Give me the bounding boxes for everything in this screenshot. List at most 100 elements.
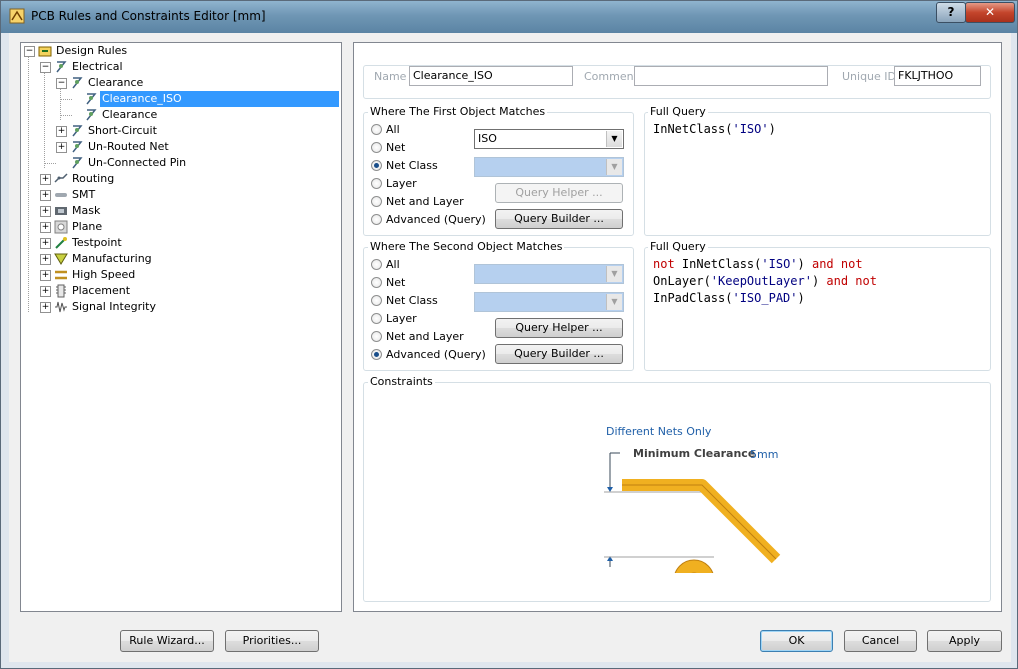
comment-label: Comment <box>584 70 638 83</box>
query-function: InNetClass( <box>653 122 733 136</box>
combo-value: ISO <box>478 132 497 145</box>
expand-icon[interactable]: + <box>40 206 51 217</box>
tree-item-clearance-iso[interactable]: Clearance_ISO <box>21 91 339 107</box>
dropdown-arrow-icon[interactable]: ▼ <box>606 131 622 147</box>
radio-label: Advanced (Query) <box>386 213 486 226</box>
query-string: 'KeepOutLayer' <box>710 274 812 288</box>
expand-icon[interactable]: + <box>40 270 51 281</box>
query-string: 'ISO' <box>732 122 769 136</box>
first-query-helper-button[interactable]: Query Helper ... <box>495 183 623 203</box>
comment-field[interactable] <box>634 66 828 86</box>
tree-connector <box>44 163 56 164</box>
radio-dot <box>371 313 382 324</box>
close-button[interactable]: ✕ <box>965 2 1015 23</box>
mask-icon <box>55 207 67 215</box>
radio-dot <box>371 124 382 135</box>
name-label: Name <box>374 70 407 83</box>
query-string: 'ISO_PAD' <box>732 291 798 305</box>
apply-button[interactable]: Apply <box>927 630 1002 652</box>
query-function: InNetClass( <box>674 257 762 271</box>
first-full-query-text[interactable]: InNetClass('ISO') <box>653 121 776 138</box>
clearance-diagram <box>604 452 781 573</box>
ok-button[interactable]: OK <box>760 630 833 652</box>
tree-item-label: High Speed <box>72 268 136 281</box>
radio-dot <box>371 160 382 171</box>
dropdown-arrow-icon[interactable]: ▼ <box>606 294 622 310</box>
first-net-class-combo[interactable]: ISO ▼ <box>474 129 624 149</box>
name-field[interactable]: Clearance_ISO <box>409 66 573 86</box>
tree-item-label: Un-Routed Net <box>88 140 169 153</box>
rules-tree-panel[interactable]: − Design Rules − Electrical − Clearance <box>20 42 342 612</box>
query-string: 'ISO' <box>761 257 798 271</box>
radio-label: Advanced (Query) <box>386 348 486 361</box>
query-keyword: not <box>653 257 675 271</box>
radio-label: Layer <box>386 177 417 190</box>
query-paren: ) <box>768 122 776 136</box>
second-query-builder-button[interactable]: Query Builder ... <box>495 344 623 364</box>
second-full-query-text[interactable]: not InNetClass('ISO') and not OnLayer('K… <box>653 256 877 307</box>
manufacturing-icon <box>54 253 68 265</box>
radio-label: All <box>386 123 400 136</box>
dropdown-arrow-icon[interactable]: ▼ <box>606 266 622 282</box>
cancel-button[interactable]: Cancel <box>844 630 917 652</box>
expand-icon[interactable]: + <box>40 174 51 185</box>
radio-label: Net and Layer <box>386 330 464 343</box>
tree-item-label: Clearance <box>88 76 144 89</box>
radio-label: Net Class <box>386 294 438 307</box>
second-query-helper-button[interactable]: Query Helper ... <box>495 318 623 338</box>
second-combo-2[interactable]: ▼ <box>474 292 624 312</box>
placement-icon <box>56 284 66 298</box>
expand-icon[interactable]: + <box>40 238 51 249</box>
help-button[interactable]: ? <box>936 2 966 23</box>
radio-dot <box>371 142 382 153</box>
expand-icon[interactable]: + <box>40 190 51 201</box>
dropdown-arrow-icon[interactable]: ▼ <box>606 159 622 175</box>
tree-connector <box>44 72 45 168</box>
unique-id-label: Unique ID <box>842 70 897 83</box>
rule-wizard-button[interactable]: Rule Wizard... <box>120 630 214 652</box>
un-connected-pin-icon <box>72 157 83 169</box>
priorities-button[interactable]: Priorities... <box>225 630 319 652</box>
tree-item-label: Clearance <box>102 108 158 121</box>
trace-outline <box>622 484 777 560</box>
first-query-builder-button[interactable]: Query Builder ... <box>495 209 623 229</box>
collapse-icon[interactable]: − <box>24 46 35 57</box>
expand-icon[interactable]: + <box>40 254 51 265</box>
second-combo-1[interactable]: ▼ <box>474 264 624 284</box>
dialog-client: − Design Rules − Electrical − Clearance <box>9 33 1011 662</box>
radio-dot <box>371 259 382 270</box>
radio-label: Layer <box>386 312 417 325</box>
rules-editor-window: PCB Rules and Constraints Editor [mm] ? … <box>0 0 1018 669</box>
collapse-icon[interactable]: − <box>40 62 51 73</box>
tree-connector <box>60 115 72 116</box>
expand-icon[interactable]: + <box>40 222 51 233</box>
short-circuit-icon <box>72 125 83 137</box>
tree-item-label: Electrical <box>72 60 123 73</box>
constraints-title: Constraints <box>368 375 435 388</box>
window-title: PCB Rules and Constraints Editor [mm] <box>31 9 266 23</box>
second-full-query-title: Full Query <box>648 240 708 253</box>
expand-icon[interactable]: + <box>40 286 51 297</box>
radio-dot <box>371 277 382 288</box>
collapse-icon[interactable]: − <box>56 78 67 89</box>
title-bar[interactable]: PCB Rules and Constraints Editor [mm] ? … <box>1 1 1017 33</box>
radio-dot <box>371 295 382 306</box>
query-function: OnLayer( <box>653 274 711 288</box>
tree-item-label: Clearance_ISO <box>100 91 339 107</box>
expand-icon[interactable]: + <box>56 142 67 153</box>
query-paren: ) <box>797 291 805 305</box>
tree-item-label: Short-Circuit <box>88 124 157 137</box>
different-nets-label[interactable]: Different Nets Only <box>606 425 711 438</box>
trace-shape <box>622 479 781 564</box>
expand-icon[interactable]: + <box>56 126 67 137</box>
query-keyword: and not <box>811 257 863 271</box>
expand-icon[interactable]: + <box>40 302 51 313</box>
tree-item-label: Un-Connected Pin <box>88 156 187 169</box>
tree-item-label: Design Rules <box>56 44 128 57</box>
first-full-query-title: Full Query <box>648 105 708 118</box>
unique-id-field[interactable]: FKLJTHOO <box>894 66 981 86</box>
un-routed-net-icon <box>72 141 83 153</box>
tree-item-label: Manufacturing <box>72 252 152 265</box>
testpoint-icon <box>55 237 67 249</box>
first-secondary-combo[interactable]: ▼ <box>474 157 624 177</box>
